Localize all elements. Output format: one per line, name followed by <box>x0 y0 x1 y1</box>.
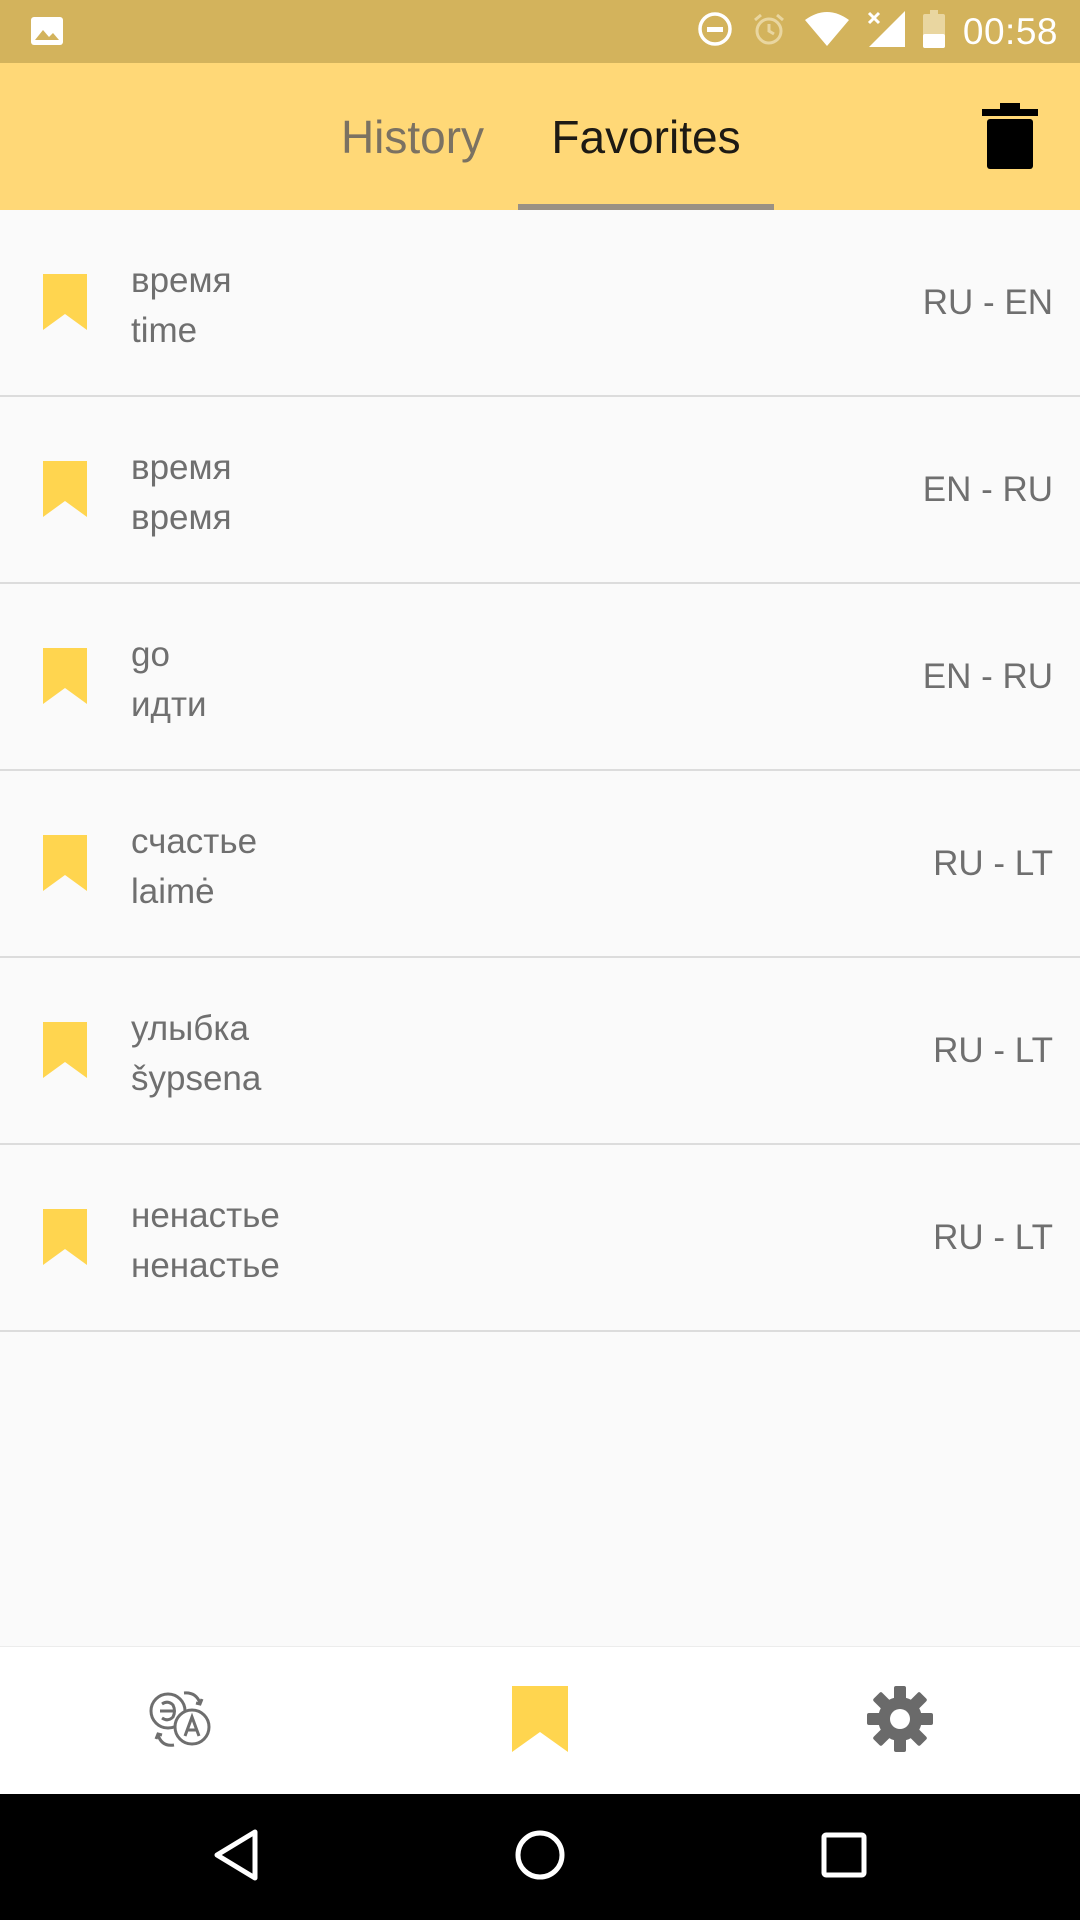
nav-translate-button[interactable] <box>80 1647 280 1795</box>
translated-word: время <box>131 498 232 537</box>
translated-word: laimė <box>131 872 215 911</box>
list-item[interactable]: улыбка šypsena RU - LT <box>0 958 1080 1145</box>
signal-icon <box>867 11 905 52</box>
bookmark-icon[interactable] <box>43 1209 87 1270</box>
language-pair: RU - LT <box>933 843 1053 883</box>
system-recents-button[interactable] <box>784 1794 904 1920</box>
language-pair: EN - RU <box>922 469 1053 509</box>
list-item[interactable]: go идти EN - RU <box>0 584 1080 771</box>
source-word: счастье <box>131 822 258 861</box>
bookmark-icon[interactable] <box>43 274 87 335</box>
bottom-navigation <box>0 1646 1080 1795</box>
status-bar: 00:58 <box>0 0 1080 63</box>
language-pair: EN - RU <box>922 656 1053 696</box>
tab-favorites-label: Favorites <box>551 110 741 163</box>
list-item[interactable]: время время EN - RU <box>0 397 1080 584</box>
word-pair: улыбка šypsena <box>131 1004 261 1104</box>
bookmark-icon <box>512 1685 568 1757</box>
home-circle-icon <box>514 1829 566 1886</box>
trash-icon <box>982 102 1038 174</box>
app-bar: History Favorites <box>0 63 1080 210</box>
translated-word: time <box>131 311 198 350</box>
back-triangle-icon <box>211 1828 261 1887</box>
system-home-button[interactable] <box>480 1794 600 1920</box>
bookmark-icon[interactable] <box>43 835 87 896</box>
language-pair: RU - LT <box>933 1030 1053 1070</box>
battery-icon <box>922 10 945 53</box>
status-time: 00:58 <box>962 10 1058 52</box>
language-pair: RU - LT <box>933 1217 1053 1257</box>
tab-favorites[interactable]: Favorites <box>518 63 774 210</box>
list-item[interactable]: время time RU - EN <box>0 210 1080 397</box>
source-word: ненастье <box>131 1196 280 1235</box>
translated-word: идти <box>131 685 207 724</box>
word-pair: время time <box>131 256 232 356</box>
gallery-icon <box>30 16 64 51</box>
source-word: улыбка <box>131 1009 249 1048</box>
word-pair: счастье laimė <box>131 817 257 917</box>
system-back-button[interactable] <box>176 1794 296 1920</box>
translate-icon <box>146 1687 214 1756</box>
tab-history-label: History <box>340 110 485 163</box>
word-pair: время время <box>131 443 232 543</box>
translated-word: ненастье <box>131 1246 280 1285</box>
list-item[interactable]: ненастье ненастье RU - LT <box>0 1145 1080 1332</box>
bookmark-icon[interactable] <box>43 461 87 522</box>
source-word: время <box>131 261 232 300</box>
word-pair: go идти <box>131 630 207 730</box>
bookmark-icon[interactable] <box>43 1022 87 1083</box>
clear-favorites-button[interactable] <box>975 98 1045 178</box>
dnd-icon <box>697 11 733 52</box>
bookmark-icon[interactable] <box>43 648 87 709</box>
nav-settings-button[interactable] <box>800 1647 1000 1795</box>
word-pair: ненастье ненастье <box>131 1191 280 1291</box>
favorites-list: время time RU - EN время время EN - RU g… <box>0 210 1080 1332</box>
source-word: go <box>131 635 170 674</box>
translated-word: šypsena <box>131 1059 262 1098</box>
recents-square-icon <box>820 1831 868 1884</box>
nav-favorites-button[interactable] <box>440 1647 640 1795</box>
status-icons: 00:58 <box>697 0 1058 63</box>
gear-icon <box>867 1685 933 1757</box>
source-word: время <box>131 448 232 487</box>
list-item[interactable]: счастье laimė RU - LT <box>0 771 1080 958</box>
tab-history[interactable]: History <box>320 63 505 210</box>
system-navigation-bar <box>0 1794 1080 1920</box>
language-pair: RU - EN <box>922 282 1053 322</box>
wifi-icon <box>804 12 849 51</box>
alarm-icon <box>751 11 787 52</box>
